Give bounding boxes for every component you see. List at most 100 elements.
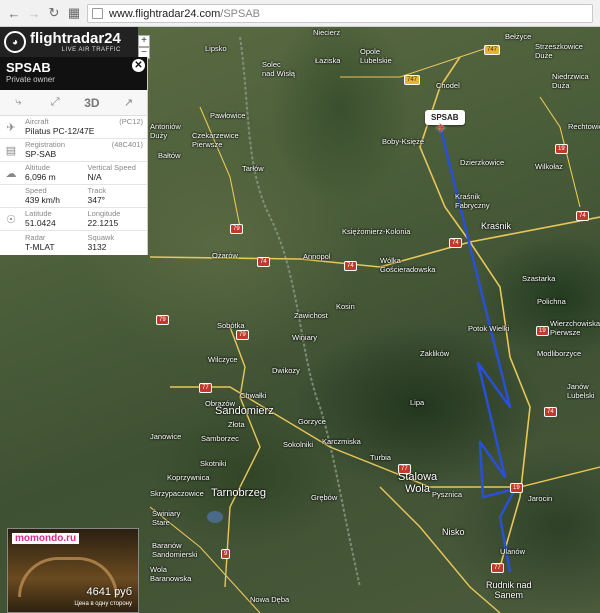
track-label: Track	[87, 186, 106, 195]
squawk-value: 3132	[87, 241, 107, 252]
share-icon[interactable]: ↗	[110, 90, 147, 115]
place-label: Złota	[228, 420, 245, 429]
place-label: Pawłowice	[210, 111, 246, 120]
place-label: Dzierzkowice	[460, 158, 505, 167]
place-label: Annopol	[303, 252, 331, 261]
logo-bar[interactable]: ◕ flightradar24 LIVE AIR TRAFFIC	[0, 27, 138, 57]
registration-code: (48C401)	[111, 140, 143, 149]
route-icon[interactable]: ⤷	[0, 90, 37, 115]
road-shield: 747	[404, 75, 421, 85]
road-shield: 77	[398, 464, 411, 474]
apps-icon[interactable]: ▦	[64, 3, 84, 23]
road-79	[199, 106, 241, 228]
road-shield: 19	[536, 326, 549, 336]
place-label: Karczmiska	[322, 437, 361, 446]
place-label: Nowa Dęba	[250, 595, 290, 604]
road-77	[224, 326, 261, 588]
road-77b	[379, 486, 501, 613]
place-label: Zaklików	[420, 349, 450, 358]
road-shield: 74	[257, 257, 270, 267]
flight-toolbar: ⤷ ⤢ 3D ↗	[0, 90, 147, 116]
place-label: Koprzywnica	[167, 473, 210, 482]
radar-row: Radar T-MLAT Squawk 3132	[0, 231, 147, 254]
place-label: Ulanów	[500, 547, 526, 556]
place-label: Wola Baranowska	[150, 565, 192, 583]
place-label: Niedrzwica Duża	[552, 72, 589, 90]
road-shield: 19	[555, 144, 568, 154]
place-label: Grębów	[311, 493, 338, 502]
place-label: Bełżyce	[505, 32, 532, 41]
place-label: Polichna	[537, 297, 566, 306]
position-row: ☉ Latitude 51.0424 Longitude 22.1215	[0, 208, 147, 231]
place-label: Nisko	[442, 527, 465, 537]
reload-icon[interactable]: ↻	[44, 3, 64, 23]
aircraft-row: ✈ Aircraft (PC12) Pilatus PC-12/47E	[0, 116, 147, 139]
view-3d-button[interactable]: 3D	[74, 90, 111, 115]
advertisement-banner[interactable]: momondo.ru 4641 руб Цена в одну сторону	[7, 528, 139, 613]
airplane-icon: ✈	[6, 121, 16, 134]
latitude-value: 51.0424	[25, 218, 56, 228]
place-label: Świniary Stare	[152, 509, 181, 527]
place-label: Chodel	[436, 81, 460, 90]
place-label: Baranów Sandomierski	[152, 541, 198, 559]
road-shield: 9	[221, 549, 231, 559]
ad-note: Цена в одну сторону	[74, 601, 132, 607]
place-label: Boby-Księże	[382, 137, 425, 146]
road-shield: 79	[230, 224, 243, 234]
place-label: Wierzchowiska Pierwsze	[550, 319, 600, 337]
place-label: Szastarka	[522, 274, 556, 283]
road-shield: 79	[156, 315, 169, 325]
browser-toolbar: ← → ↻ ▦ www.flightradar24.com/SPSAB	[0, 0, 600, 27]
place-label: Janowice	[150, 432, 182, 441]
place-label: Modliborzyce	[537, 349, 582, 358]
place-label: Dwikozy	[272, 366, 300, 375]
ad-brand: momondo.ru	[12, 533, 80, 544]
zoom-in-button[interactable]: +	[138, 35, 150, 47]
close-icon[interactable]: ✕	[132, 59, 145, 72]
url-host: www.flightradar24.com	[109, 7, 221, 20]
place-label: Rechtowice	[568, 122, 600, 131]
logo-name: flightradar24	[30, 30, 121, 47]
place-label: Strzeszkowice Duże	[535, 42, 583, 60]
expand-icon[interactable]: ⤢	[37, 90, 74, 115]
place-label: Jarocin	[528, 494, 553, 503]
track-value: 347°	[87, 195, 106, 205]
longitude-label: Longitude	[87, 209, 121, 218]
speed-row: Speed 439 km/h Track 347°	[0, 185, 147, 208]
place-label: Kraśnik	[481, 221, 512, 231]
place-label: Skotniki	[200, 459, 227, 468]
flight-owner: Private owner	[6, 75, 55, 84]
place-label: Tarnobrzeg	[211, 487, 267, 499]
place-label: Kraśnik Fabryczny	[455, 192, 490, 210]
place-label: Lipa	[410, 398, 425, 407]
place-label: Księżomierz-Kolonia	[342, 227, 411, 236]
place-label: Samborzec	[201, 434, 239, 443]
document-icon: ▤	[5, 144, 17, 157]
place-label: Antoniów Duży	[150, 122, 181, 140]
place-label: Sokolniki	[283, 440, 314, 449]
road-shield: 74	[344, 261, 357, 271]
address-bar[interactable]: www.flightradar24.com/SPSAB	[87, 4, 593, 23]
registration-value: SP-SAB	[25, 149, 57, 159]
back-icon[interactable]: ←	[4, 3, 24, 23]
place-label: Chwałki	[240, 391, 267, 400]
place-label: Turbia	[370, 453, 391, 462]
place-label: Potok Wielki	[468, 324, 510, 333]
place-label: Zawichost	[294, 311, 328, 320]
place-label: Łaziska	[315, 56, 341, 65]
aircraft-marker-icon[interactable]: ✈	[436, 121, 446, 135]
aircraft-code: (PC12)	[119, 117, 143, 126]
radar-icon	[0, 231, 22, 254]
ad-price: 4641 руб	[86, 586, 132, 598]
speed-label: Speed	[25, 186, 47, 195]
place-label: Solec nad Wisłą	[262, 60, 295, 78]
radar-logo-icon: ◕	[4, 31, 26, 53]
forward-icon[interactable]: →	[24, 3, 44, 23]
place-label: Wólka Gościeradowska	[380, 256, 436, 274]
road-shield: 77	[199, 383, 212, 393]
place-label: Niecierz	[313, 28, 341, 37]
road-shield: 19	[510, 483, 523, 493]
place-label: Wilczyce	[208, 355, 238, 364]
road-shield: 79	[236, 330, 249, 340]
place-label: Lipsko	[205, 44, 227, 53]
